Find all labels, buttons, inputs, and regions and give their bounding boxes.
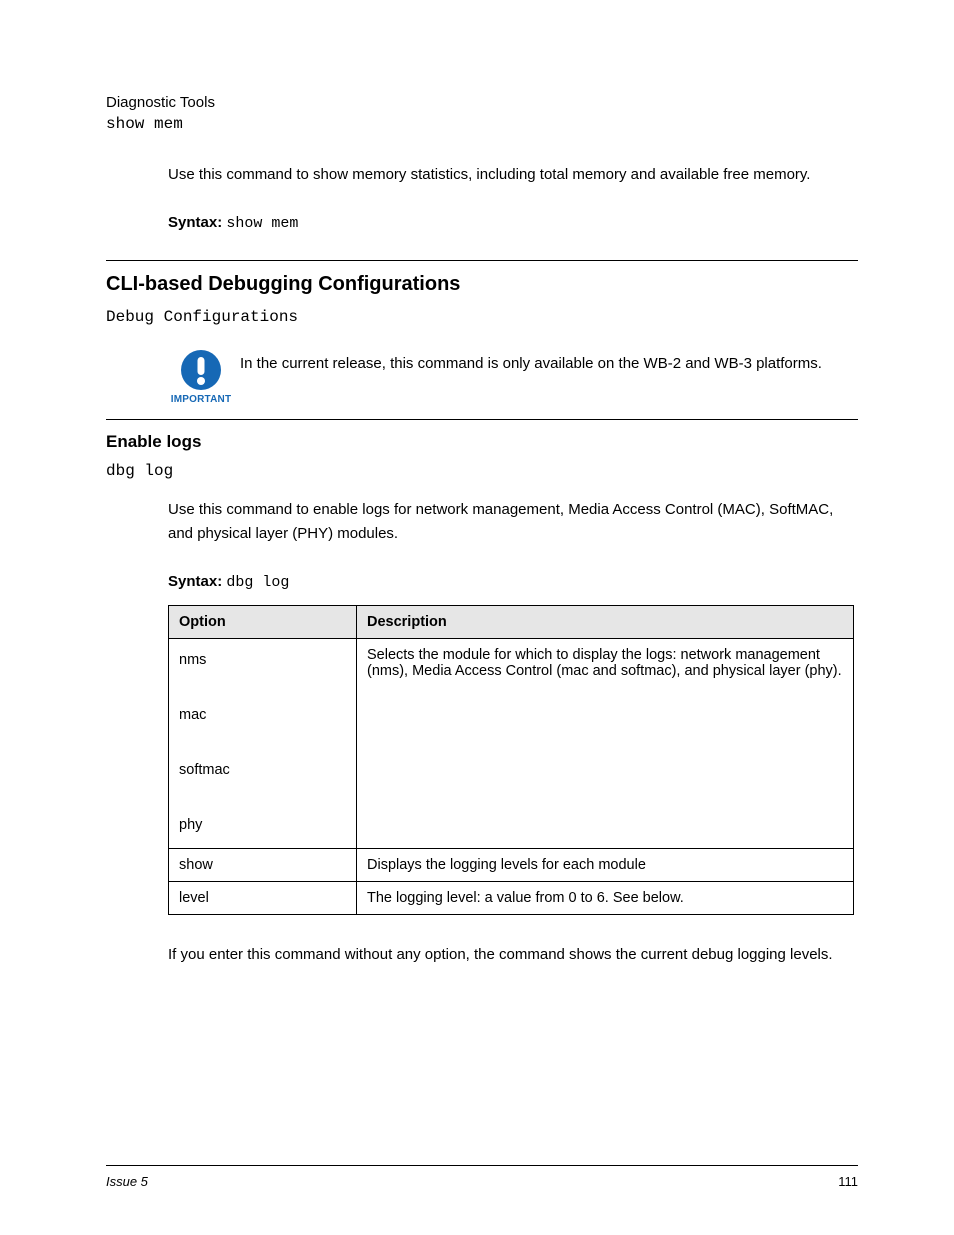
table-row: nms mac softmac phy Selects the module f…: [169, 639, 854, 849]
footer-left: Issue 5: [106, 1174, 148, 1189]
table-cell-option: level: [169, 881, 357, 914]
subsection-command: dbg log: [106, 462, 858, 480]
page-header-command: show mem: [106, 115, 858, 133]
table-cell-description: Selects the module for which to display …: [357, 639, 854, 849]
important-callout: IMPORTANT In the current release, this c…: [168, 348, 858, 405]
syntax-value: show mem: [226, 215, 298, 232]
section-heading-debug-config: CLI-based Debugging Configurations: [106, 273, 858, 296]
subsection-description: Use this command to enable logs for netw…: [168, 498, 858, 546]
intro-paragraph: Use this command to show memory statisti…: [168, 163, 858, 187]
important-icon: IMPORTANT: [168, 348, 234, 405]
table-cell-description: The logging level: a value from 0 to 6. …: [357, 881, 854, 914]
table-cell-option: show: [169, 848, 357, 881]
table-header-option: Option: [169, 606, 357, 639]
table-syntax-line: Syntax: dbg log: [168, 570, 858, 595]
subsection-heading-enable-logs: Enable logs: [106, 432, 858, 452]
table-cell-option: nms mac softmac phy: [169, 639, 357, 849]
syntax-label: Syntax:: [168, 214, 222, 231]
section-sub-debug-config: Debug Configurations: [106, 308, 858, 326]
footer-page-number: 111: [838, 1174, 858, 1189]
divider: [106, 419, 858, 420]
table-header-row: Option Description: [169, 606, 854, 639]
table-cell-description: Displays the logging levels for each mod…: [357, 848, 854, 881]
post-table-paragraph: If you enter this command without any op…: [168, 943, 858, 967]
table-header-description: Description: [357, 606, 854, 639]
important-label: IMPORTANT: [171, 394, 232, 405]
table-syntax-value: dbg log: [226, 574, 289, 591]
page-header-title: Diagnostic Tools: [106, 94, 858, 111]
divider: [106, 260, 858, 261]
table-row: show Displays the logging levels for eac…: [169, 848, 854, 881]
table-syntax-label: Syntax:: [168, 573, 222, 590]
page-footer: Issue 5 111: [106, 1165, 858, 1189]
syntax-line: Syntax: show mem: [168, 211, 858, 236]
important-text: In the current release, this command is …: [234, 348, 822, 375]
table-row: level The logging level: a value from 0 …: [169, 881, 854, 914]
options-table: Option Description nms mac softmac phy S…: [168, 605, 854, 915]
